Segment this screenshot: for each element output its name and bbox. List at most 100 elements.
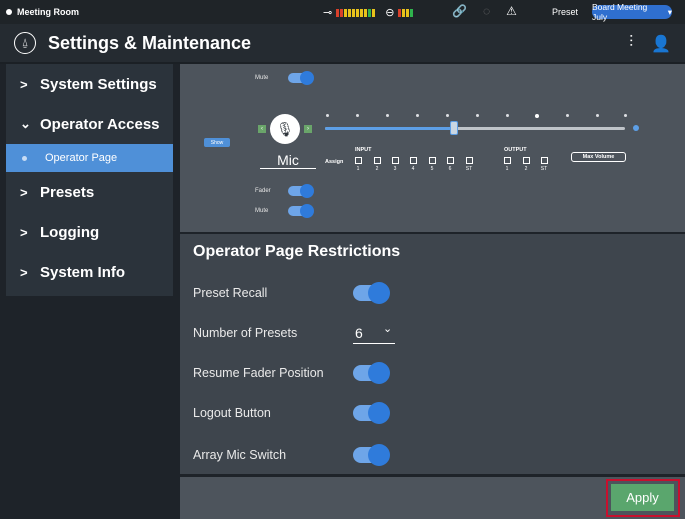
sidebar-item-label: System Settings: [40, 75, 157, 93]
slider-tick: [624, 114, 627, 117]
wireless-icon: ◌: [482, 4, 491, 18]
header: ⍙ Settings & Maintenance ⫶ 👤: [0, 24, 685, 62]
volume-slider-thumb[interactable]: [450, 121, 458, 135]
preset-value: Board Meeting July: [592, 2, 648, 22]
section-title: Operator Page Restrictions: [193, 243, 401, 260]
input-checkbox[interactable]: [355, 157, 362, 164]
number-of-presets-value: 6: [355, 325, 363, 341]
input-checkbox[interactable]: [429, 157, 436, 164]
preset-recall-toggle[interactable]: [353, 282, 390, 304]
resume-fader-toggle[interactable]: [353, 362, 390, 384]
output-label: OUTPUT: [504, 147, 527, 153]
room-name: Meeting Room: [17, 7, 79, 17]
footer: Apply: [180, 477, 685, 519]
preset-label: Preset: [552, 7, 579, 17]
volume-slider-fill: [325, 127, 454, 130]
array-mic-switch-label: Array Mic Switch: [193, 448, 287, 462]
input-channel-number: ST: [465, 166, 473, 172]
sidebar-item-label: Operator Access: [40, 115, 160, 133]
sidebar: > System Settings ⌄ Operator Access Oper…: [6, 64, 173, 296]
warning-icon: ⚠: [506, 4, 517, 18]
apply-button[interactable]: Apply: [611, 484, 674, 511]
sidebar-item-system-info[interactable]: > System Info: [6, 252, 173, 292]
chevron-right-icon: >: [20, 224, 28, 240]
preset-dropdown[interactable]: Board Meeting July ▾: [592, 2, 672, 22]
assign-label: Assign: [325, 159, 344, 165]
arrow-left-icon[interactable]: ‹: [258, 125, 266, 133]
sidebar-item-logging[interactable]: > Logging: [6, 212, 173, 252]
microphone-icon[interactable]: 🎙: [270, 114, 300, 144]
mixer-icon[interactable]: ⫶: [629, 34, 633, 54]
input-label: INPUT: [355, 147, 372, 153]
slider-tick: [535, 114, 539, 118]
mute-label: Mute: [255, 75, 269, 81]
sidebar-item-system-settings[interactable]: > System Settings: [6, 64, 173, 104]
output-meter: [398, 8, 414, 17]
operator-page-preview: Mute Show ‹ 🎙 › Mic INPUT OUTPUT Assign …: [180, 64, 685, 232]
slider-tick: [476, 114, 479, 117]
volume-slider[interactable]: [325, 121, 625, 135]
sidebar-item-label: Logging: [40, 223, 100, 241]
input-checkbox[interactable]: [410, 157, 417, 164]
input-checkbox[interactable]: [447, 157, 454, 164]
slider-tick: [386, 114, 389, 117]
input-checkbox[interactable]: [466, 157, 473, 164]
chevron-down-icon: ▾: [667, 6, 672, 17]
max-volume-marker: [633, 125, 639, 131]
sidebar-item-label: System Info: [40, 263, 126, 281]
sidebar-item-presets[interactable]: > Presets: [6, 172, 173, 212]
input-checkbox[interactable]: [374, 157, 381, 164]
logout-button-toggle[interactable]: [353, 402, 390, 424]
output-channel-number: 2: [524, 166, 528, 172]
mic-name: Mic: [260, 152, 316, 169]
status-bar: Meeting Room ⊸ ⊖ 🔗 ◌ ⚠ Preset Board Meet…: [0, 0, 685, 24]
sidebar-item-operator-page[interactable]: Operator Page: [6, 144, 173, 172]
input-meter: [336, 8, 376, 17]
output-arrow-icon: ⊖: [385, 7, 395, 19]
user-icon[interactable]: 👤: [651, 34, 671, 54]
status-icons: 🔗 ◌ ⚠: [452, 4, 517, 18]
header-actions: ⫶ 👤: [629, 34, 671, 54]
brand-logo-icon: ⍙: [14, 32, 36, 54]
number-of-presets-label: Number of Presets: [193, 326, 298, 340]
chevron-right-icon: >: [20, 264, 28, 280]
slider-tick: [566, 114, 569, 117]
chevron-right-icon: >: [20, 184, 28, 200]
bullet-icon: [22, 155, 27, 161]
input-channel-number: 2: [375, 166, 379, 172]
link-icon: 🔗: [452, 4, 467, 18]
output-channel-number: 1: [505, 166, 509, 172]
preset-recall-label: Preset Recall: [193, 286, 268, 300]
apply-highlight: Apply: [606, 479, 680, 517]
number-of-presets-select[interactable]: 6 ⌄: [353, 323, 395, 344]
show-button[interactable]: Show: [204, 138, 230, 147]
max-volume-button[interactable]: Max Volume: [571, 152, 626, 162]
chevron-down-icon: ⌄: [383, 323, 393, 335]
connection-dot-icon: [6, 9, 12, 15]
sidebar-item-label: Operator Page: [45, 152, 118, 164]
sidebar-item-operator-access[interactable]: ⌄ Operator Access: [6, 104, 173, 144]
fader-toggle[interactable]: [288, 184, 314, 198]
slider-tick: [506, 114, 509, 117]
input-channel-number: 1: [356, 166, 360, 172]
mute-toggle-2[interactable]: [288, 204, 314, 218]
output-checkbox[interactable]: [523, 157, 530, 164]
input-checkbox[interactable]: [392, 157, 399, 164]
mute-label-2: Mute: [255, 208, 269, 214]
level-meters: ⊸ ⊖: [323, 6, 414, 19]
output-checkbox[interactable]: [541, 157, 548, 164]
chevron-right-icon: >: [20, 76, 28, 92]
mute-toggle[interactable]: [288, 71, 314, 85]
slider-tick: [596, 114, 599, 117]
input-channel-number: 6: [448, 166, 452, 172]
output-checkbox[interactable]: [504, 157, 511, 164]
array-mic-switch-toggle[interactable]: [353, 444, 390, 466]
logout-button-label: Logout Button: [193, 406, 271, 420]
slider-tick: [356, 114, 359, 117]
arrow-right-icon[interactable]: ›: [304, 125, 312, 133]
chevron-down-icon: ⌄: [20, 116, 31, 131]
input-arrow-icon: ⊸: [323, 7, 333, 19]
output-channel-number: ST: [540, 166, 548, 172]
input-channel-number: 5: [430, 166, 434, 172]
sidebar-item-label: Presets: [40, 183, 95, 201]
